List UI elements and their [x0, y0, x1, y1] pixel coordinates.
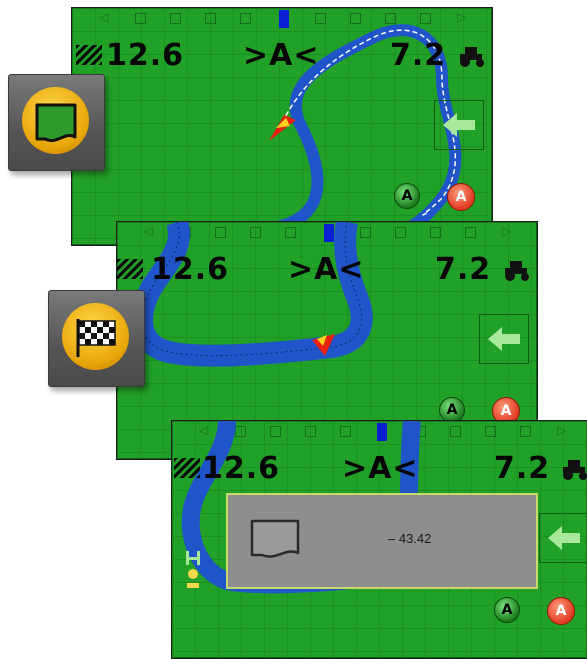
boundary-button[interactable]	[8, 74, 105, 171]
tractor-icon	[505, 261, 529, 281]
vehicle-arrow-icon	[269, 115, 296, 141]
guidance-mode-label: >A<	[243, 38, 320, 73]
mark-a-active-button[interactable]: A	[547, 597, 575, 625]
swath-width-value: 12.6	[151, 252, 230, 287]
checkered-flag-icon	[76, 319, 116, 357]
boundary-area-dialog: – 43.42	[226, 493, 538, 589]
back-button[interactable]	[539, 513, 587, 563]
mark-a-button[interactable]: A	[394, 183, 420, 209]
tractor-icon	[460, 47, 484, 67]
boundary-icon	[35, 103, 77, 142]
guidance-mode-label: >A<	[288, 252, 365, 287]
swath-width-value: 12.6	[106, 38, 185, 73]
implement-icon	[186, 551, 200, 588]
finish-boundary-button[interactable]	[48, 290, 145, 387]
back-button[interactable]	[434, 100, 484, 150]
back-button[interactable]	[479, 314, 529, 364]
arrow-left-icon	[488, 327, 520, 351]
speed-value: 7.2	[435, 252, 492, 287]
boundary-area-value: – 43.42	[388, 531, 432, 546]
mark-a-button[interactable]: A	[494, 597, 520, 623]
speed-value: 7.2	[390, 38, 447, 73]
swath-icon	[174, 458, 200, 478]
boundary-icon	[250, 519, 300, 558]
speed-value: 7.2	[494, 451, 551, 486]
guidance-screen-3: ◁ ▷ 12.6 >A< 7.2 – 43.42 A A	[171, 420, 587, 659]
arrow-left-icon	[443, 113, 475, 137]
guidance-screen-1: ◁ ▷ 12.6 >A< 7.2 A A	[71, 7, 493, 246]
swath-width-value: 12.6	[202, 451, 281, 486]
mark-a-active-button[interactable]: A	[447, 183, 475, 211]
swath-icon	[117, 259, 143, 279]
tractor-icon	[563, 460, 587, 480]
swath-icon	[76, 45, 102, 65]
guidance-mode-label: >A<	[342, 451, 419, 486]
arrow-left-icon	[548, 526, 580, 550]
